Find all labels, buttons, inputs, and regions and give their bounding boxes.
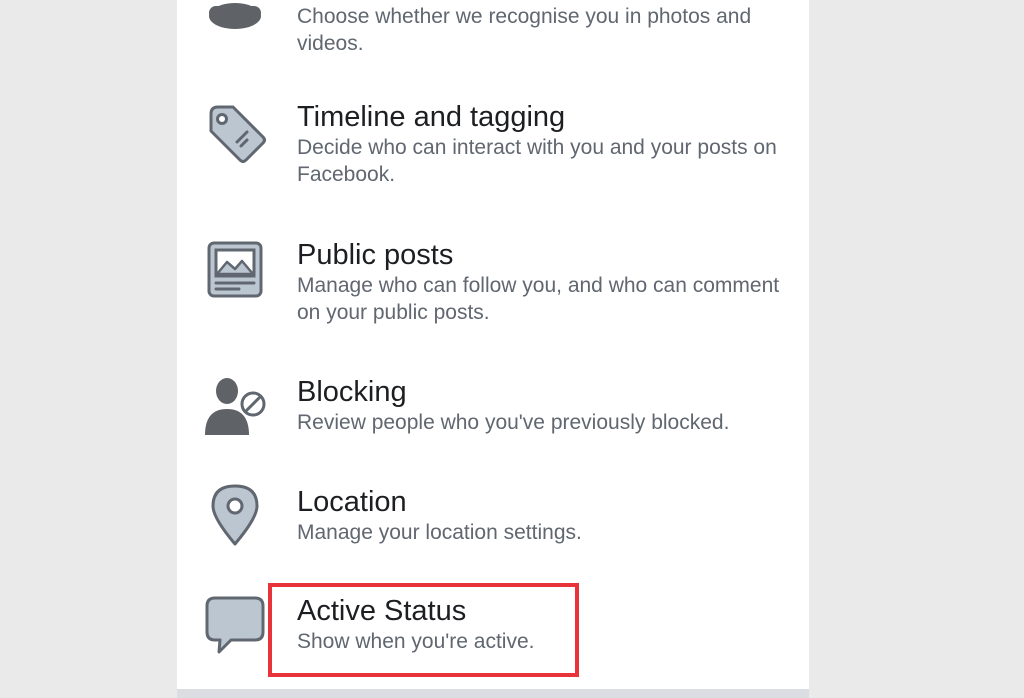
active-status-highlight-box bbox=[268, 583, 579, 677]
blocking-title: Blocking bbox=[297, 376, 407, 408]
face-recognition-icon bbox=[203, 0, 267, 40]
blocking-description: Review people who you've previously bloc… bbox=[297, 411, 730, 434]
settings-item-public-posts[interactable]: Public posts Manage who can follow you, … bbox=[177, 234, 809, 344]
settings-item-timeline-and-tagging[interactable]: Timeline and tagging Decide who can inte… bbox=[177, 96, 809, 206]
public-post-icon bbox=[203, 236, 267, 300]
panel-bottom-divider bbox=[177, 689, 809, 698]
location-description: Manage your location settings. bbox=[297, 521, 582, 544]
speech-bubble-icon bbox=[203, 592, 267, 656]
settings-item-face-recognition[interactable]: Choose whether we recognise you in photo… bbox=[177, 0, 809, 70]
face-recognition-description: Choose whether we recognise you in photo… bbox=[297, 5, 752, 55]
tag-icon bbox=[203, 100, 267, 164]
public-posts-description: Manage who can follow you, and who can c… bbox=[297, 274, 780, 324]
timeline-and-tagging-title: Timeline and tagging bbox=[297, 101, 566, 133]
location-pin-icon bbox=[203, 482, 267, 546]
block-user-icon bbox=[203, 375, 267, 439]
settings-item-location[interactable]: Location Manage your location settings. bbox=[177, 480, 809, 570]
settings-item-blocking[interactable]: Blocking Review people who you've previo… bbox=[177, 371, 809, 461]
location-title: Location bbox=[297, 486, 407, 518]
public-posts-title: Public posts bbox=[297, 239, 454, 271]
timeline-and-tagging-description: Decide who can interact with you and you… bbox=[297, 136, 777, 186]
